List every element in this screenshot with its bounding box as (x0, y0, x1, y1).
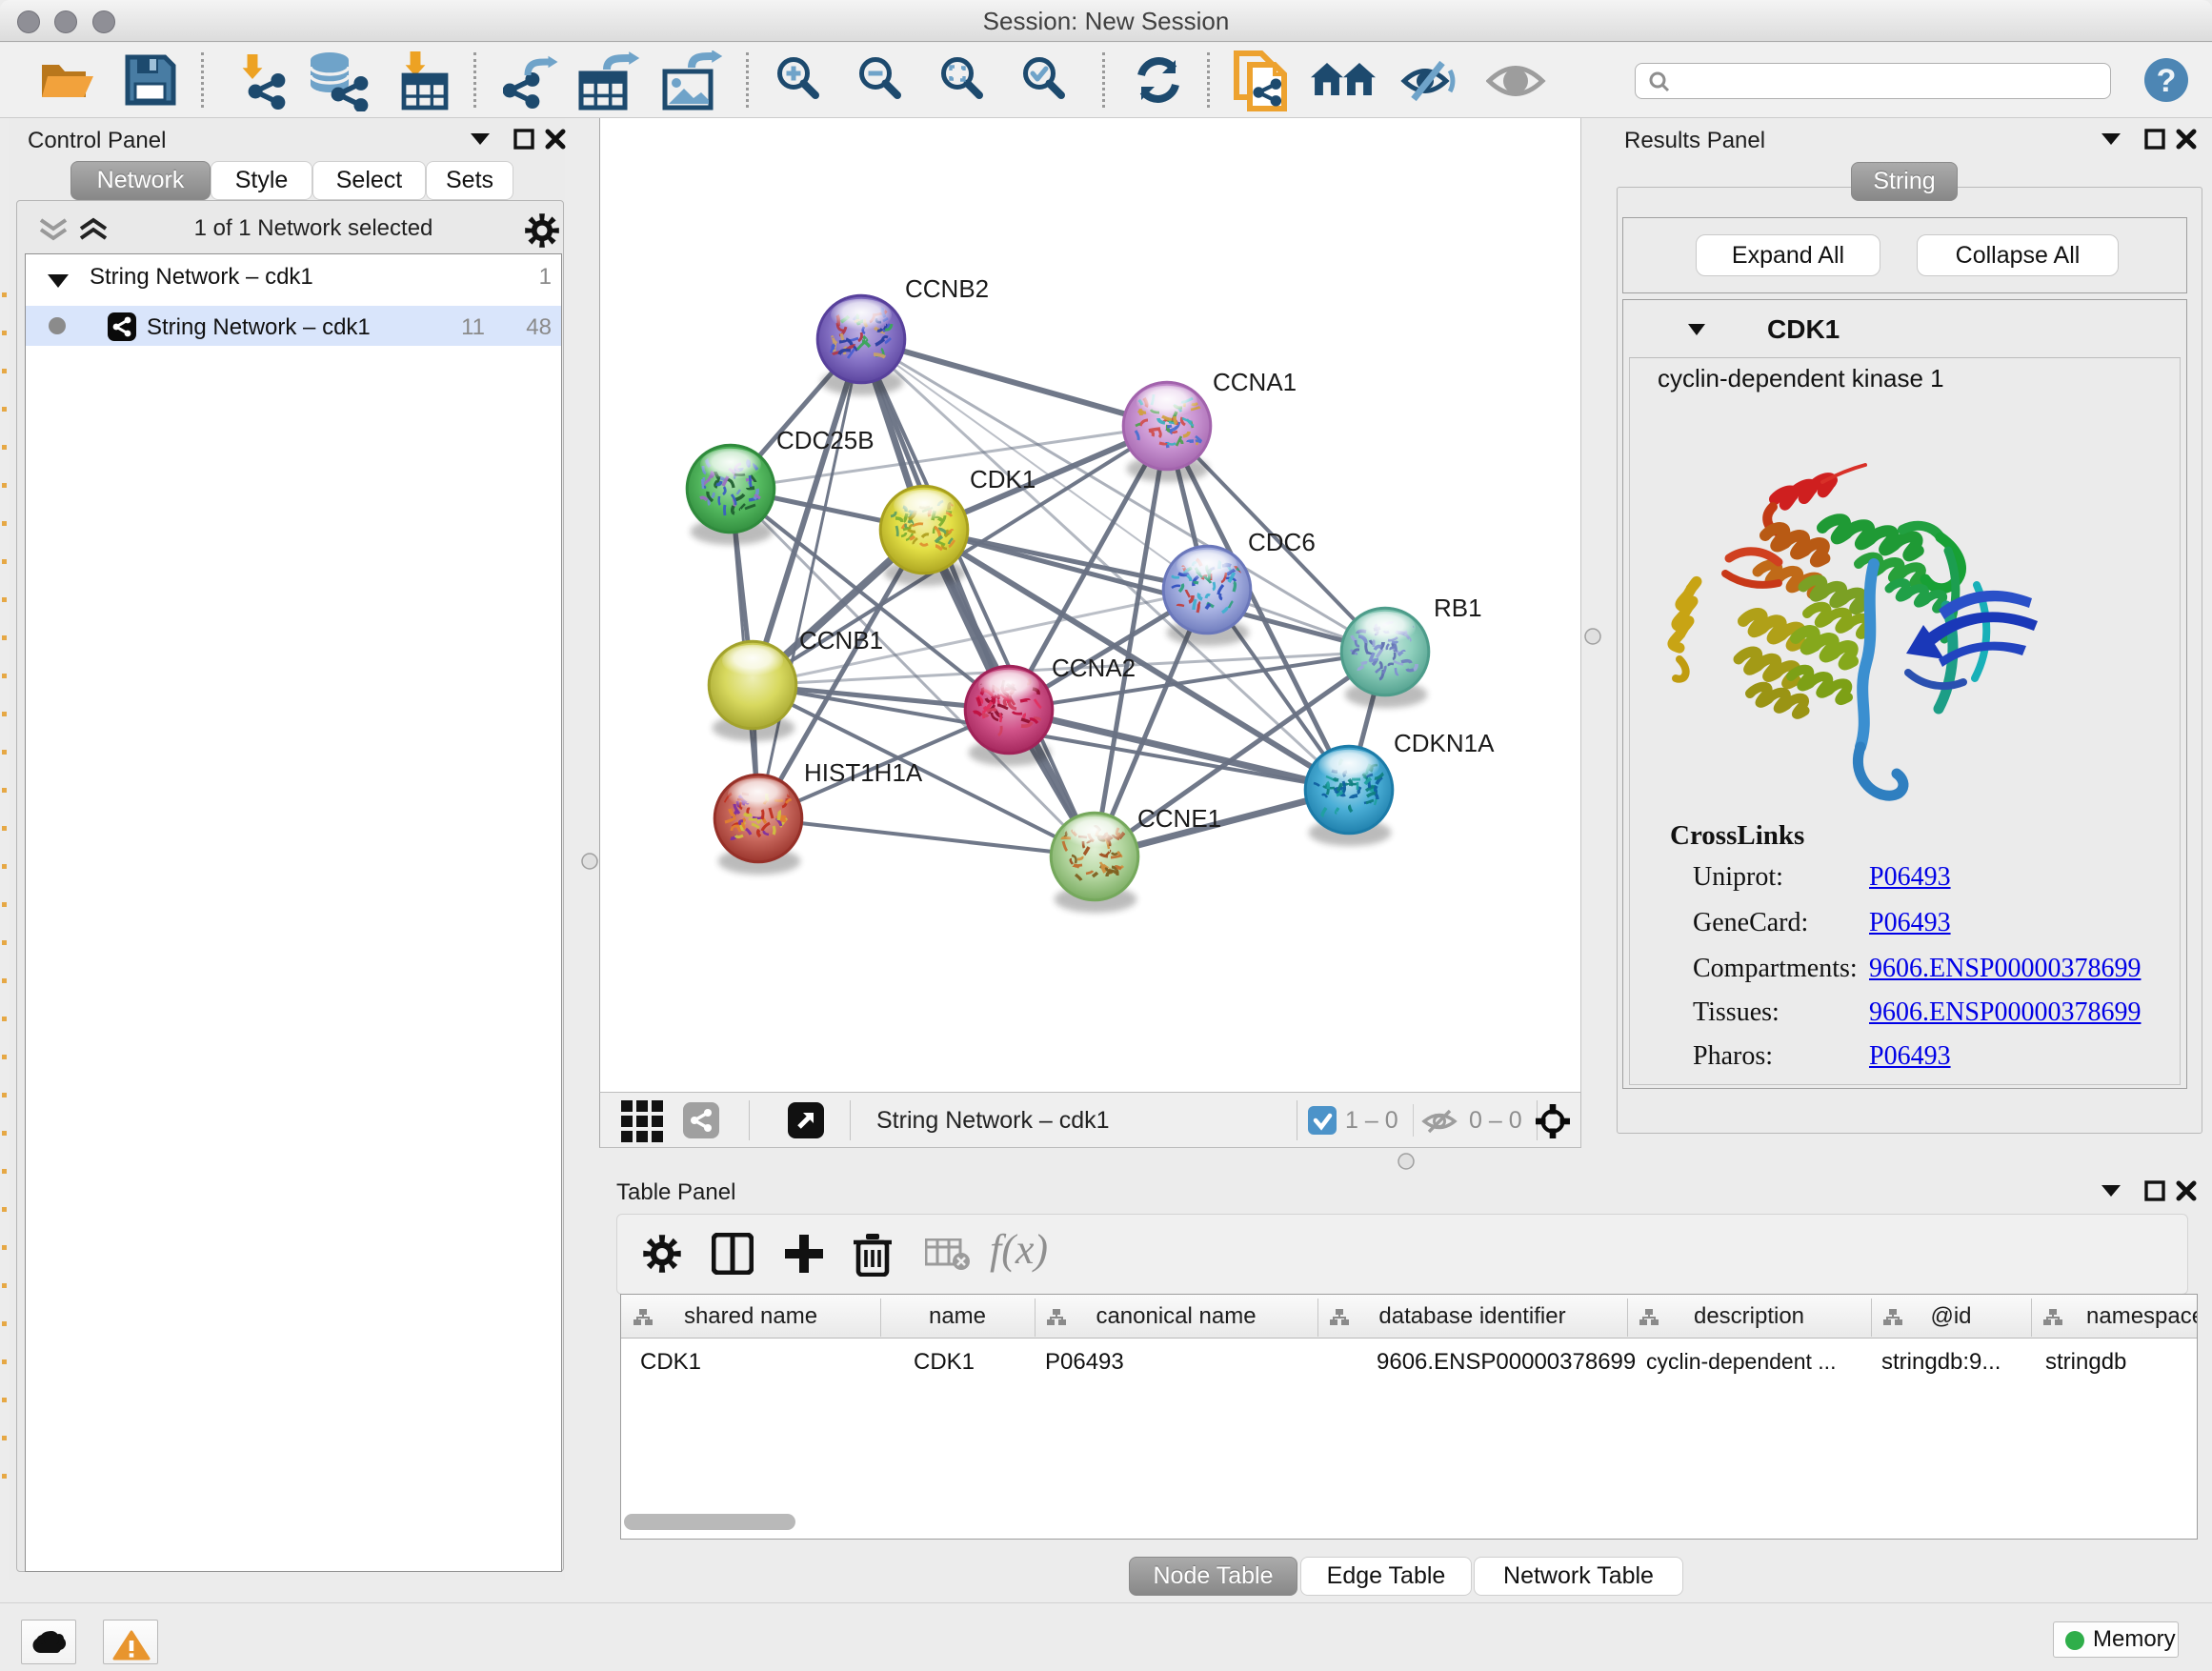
svg-text:CCNB2: CCNB2 (905, 274, 989, 303)
svg-text:CCNA1: CCNA1 (1213, 368, 1297, 396)
svg-text:CDKN1A: CDKN1A (1394, 729, 1495, 757)
svg-text:RB1: RB1 (1434, 594, 1482, 622)
svg-text:HIST1H1A: HIST1H1A (804, 758, 923, 787)
svg-text:CCNE1: CCNE1 (1137, 804, 1221, 833)
svg-text:CDC6: CDC6 (1248, 528, 1316, 556)
svg-text:CCNB1: CCNB1 (799, 626, 883, 654)
svg-text:?: ? (2157, 63, 2177, 99)
svg-text:CCNA2: CCNA2 (1052, 654, 1136, 682)
svg-text:CDK1: CDK1 (970, 465, 1036, 493)
svg-text:CDC25B: CDC25B (776, 426, 875, 454)
